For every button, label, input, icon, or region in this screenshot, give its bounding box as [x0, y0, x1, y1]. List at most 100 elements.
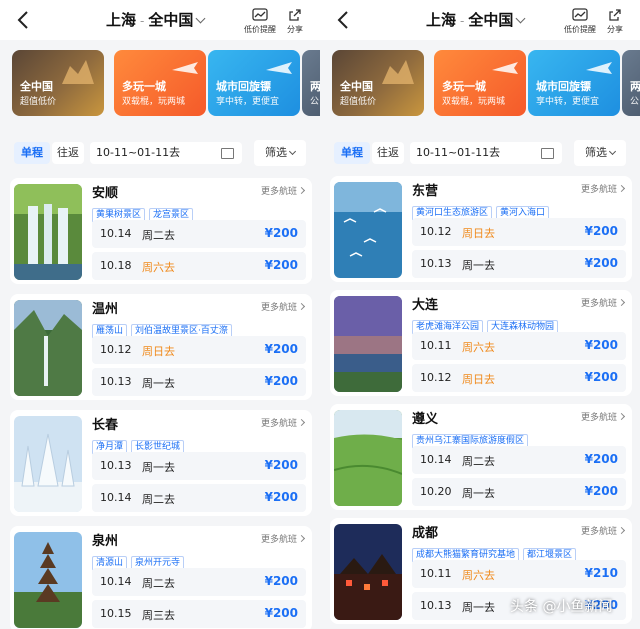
- flight-weekday: 周日去: [142, 345, 175, 358]
- route-selector[interactable]: 上海 - 全中国: [426, 9, 526, 30]
- city-name: 泉州: [92, 534, 119, 549]
- flight-date: 10.13: [100, 459, 132, 472]
- share-icon: [609, 9, 621, 21]
- flight-option[interactable]: 10.14 周二去 ¥200: [412, 446, 626, 474]
- flight-weekday: 周六去: [142, 261, 175, 274]
- flight-price: ¥200: [584, 256, 618, 270]
- category-multi-city[interactable]: 多玩一城 双载棍，玩两城: [434, 50, 526, 116]
- city-name: 温州: [92, 302, 119, 317]
- destination-city: 全中国: [468, 11, 514, 29]
- category-partial[interactable]: 两 公: [622, 50, 640, 116]
- flight-price: ¥200: [264, 574, 298, 588]
- back-arrow-icon[interactable]: [334, 8, 354, 32]
- tab-oneway[interactable]: 单程: [334, 142, 370, 164]
- filter-label: 筛选: [265, 146, 287, 159]
- category-title: 两: [630, 80, 640, 93]
- more-flights-label: 更多航班: [580, 185, 617, 195]
- more-flights-link[interactable]: 更多航班: [581, 410, 626, 423]
- destination-card[interactable]: 泉州 更多航班 清源山 泉州开元寺 10.14 周二去 ¥200 10.15 周三…: [10, 526, 312, 629]
- tab-roundtrip[interactable]: 往返: [372, 142, 404, 164]
- destination-photo: [14, 184, 82, 280]
- more-flights-link[interactable]: 更多航班: [261, 300, 306, 313]
- category-title: 两: [310, 80, 320, 93]
- flight-price: ¥200: [264, 490, 298, 504]
- calendar-icon: [541, 148, 554, 159]
- destination-card[interactable]: 东营 更多航班 黄河口生态旅游区 黄河入海口 10.12 周日去 ¥200 10.…: [330, 176, 632, 282]
- flight-date: 10.12: [100, 343, 132, 356]
- destination-card[interactable]: 大连 更多航班 老虎滩海洋公园 大连森林动物园 10.11 周六去 ¥200 10…: [330, 290, 632, 396]
- chevron-down-icon: [288, 147, 297, 156]
- flight-option[interactable]: 10.20 周一去 ¥200: [412, 478, 626, 506]
- airplane-icon: [586, 62, 612, 74]
- flight-option[interactable]: 10.11 周六去 ¥200: [412, 332, 626, 360]
- flight-price: ¥200: [584, 452, 618, 466]
- destination-photo: [334, 296, 402, 392]
- top-bar: 上海 - 全中国 低价提醒 分享: [320, 0, 640, 40]
- tab-roundtrip[interactable]: 往返: [52, 142, 84, 164]
- flight-option[interactable]: 10.12 周日去 ¥200: [412, 218, 626, 246]
- category-boomerang[interactable]: 城市回旋镖 享中转，更便宜: [208, 50, 300, 116]
- flight-option[interactable]: 10.14 周二去 ¥200: [92, 484, 306, 512]
- flight-option[interactable]: 10.15 周三去 ¥200: [92, 600, 306, 628]
- flight-option[interactable]: 10.18 周六去 ¥200: [92, 252, 306, 280]
- share-button[interactable]: 分享: [602, 8, 628, 35]
- destination-city: 全中国: [148, 11, 194, 29]
- more-flights-link[interactable]: 更多航班: [261, 184, 306, 197]
- city-name: 遵义: [412, 412, 439, 427]
- category-all-china[interactable]: 全中国 超值低价: [332, 50, 424, 116]
- category-all-china[interactable]: 全中国 超值低价: [12, 50, 104, 116]
- flight-option[interactable]: 10.14 周二去 ¥200: [92, 220, 306, 248]
- price-chart-icon: [572, 8, 588, 21]
- share-button[interactable]: 分享: [282, 8, 308, 35]
- tab-oneway[interactable]: 单程: [14, 142, 50, 164]
- city-name: 大连: [412, 298, 439, 313]
- destination-card[interactable]: 长春 更多航班 净月潭 长影世纪城 10.13 周一去 ¥200 10.14 周二…: [10, 410, 312, 516]
- category-title: 多玩一城: [122, 80, 166, 93]
- destination-card[interactable]: 遵义 更多航班 贵州乌江寨国际旅游度假区 10.14 周二去 ¥200 10.2…: [330, 404, 632, 510]
- flight-weekday: 周二去: [142, 577, 175, 590]
- filter-bar: 单程 往返 10-11~01-11去 筛选: [0, 138, 320, 168]
- flight-weekday: 周二去: [142, 229, 175, 242]
- flight-option[interactable]: 10.12 周日去 ¥200: [412, 364, 626, 392]
- more-flights-link[interactable]: 更多航班: [260, 416, 306, 429]
- flight-option[interactable]: 10.11 周六去 ¥210: [412, 560, 626, 588]
- filter-button[interactable]: 筛选: [254, 140, 306, 166]
- category-partial[interactable]: 两 公: [302, 50, 320, 116]
- chevron-down-icon: [195, 13, 206, 24]
- price-alert-button[interactable]: 低价提醒: [560, 8, 600, 35]
- flight-price: ¥200: [264, 458, 298, 472]
- flight-option[interactable]: 10.13 周一去 ¥200: [412, 250, 626, 278]
- flight-option[interactable]: 10.14 周二去 ¥200: [92, 568, 306, 596]
- more-flights-label: 更多航班: [260, 419, 297, 429]
- more-flights-link[interactable]: 更多航班: [581, 524, 626, 537]
- share-label: 分享: [607, 25, 623, 34]
- date-range-picker[interactable]: 10-11~01-11去: [90, 142, 242, 164]
- category-subtitle: 公: [630, 97, 640, 107]
- flight-weekday: 周六去: [462, 341, 495, 354]
- more-flights-link[interactable]: 更多航班: [261, 532, 306, 545]
- category-carousel: 全中国 超值低价 多玩一城 双载棍，玩两城 城市回旋镖 享中转，更便宜 两 公: [320, 50, 640, 120]
- flight-option[interactable]: 10.13 周一去 ¥200: [92, 368, 306, 396]
- price-alert-button[interactable]: 低价提醒: [240, 8, 280, 35]
- route-selector[interactable]: 上海 - 全中国: [106, 9, 206, 30]
- landmark-icon: [382, 60, 414, 84]
- destination-card[interactable]: 安顺 更多航班 黄果树景区 龙宫景区 10.14 周二去 ¥200 10.18 周…: [10, 178, 312, 284]
- flight-option[interactable]: 10.13 周一去 ¥200: [92, 452, 306, 480]
- more-flights-link[interactable]: 更多航班: [581, 296, 626, 309]
- more-flights-link[interactable]: 更多航班: [580, 182, 626, 195]
- filter-button[interactable]: 筛选: [574, 140, 626, 166]
- date-range-picker[interactable]: 10-11~01-11去: [410, 142, 562, 164]
- flight-date: 10.11: [420, 567, 452, 580]
- flight-option[interactable]: 10.12 周日去 ¥200: [92, 336, 306, 364]
- origin-city: 上海: [426, 11, 457, 29]
- flight-weekday: 周一去: [462, 601, 495, 614]
- chevron-right-icon: [297, 186, 306, 195]
- category-multi-city[interactable]: 多玩一城 双载棍，玩两城: [114, 50, 206, 116]
- flight-price: ¥200: [264, 226, 298, 240]
- destination-card[interactable]: 温州 更多航班 雁荡山 刘伯温故里景区·百丈漈 10.12 周日去 ¥200 10…: [10, 294, 312, 400]
- category-subtitle: 享中转，更便宜: [536, 97, 600, 107]
- category-boomerang[interactable]: 城市回旋镖 享中转，更便宜: [528, 50, 620, 116]
- back-arrow-icon[interactable]: [14, 8, 34, 32]
- flight-price: ¥200: [264, 342, 298, 356]
- date-range-text: 10-11~01-11去: [416, 146, 501, 159]
